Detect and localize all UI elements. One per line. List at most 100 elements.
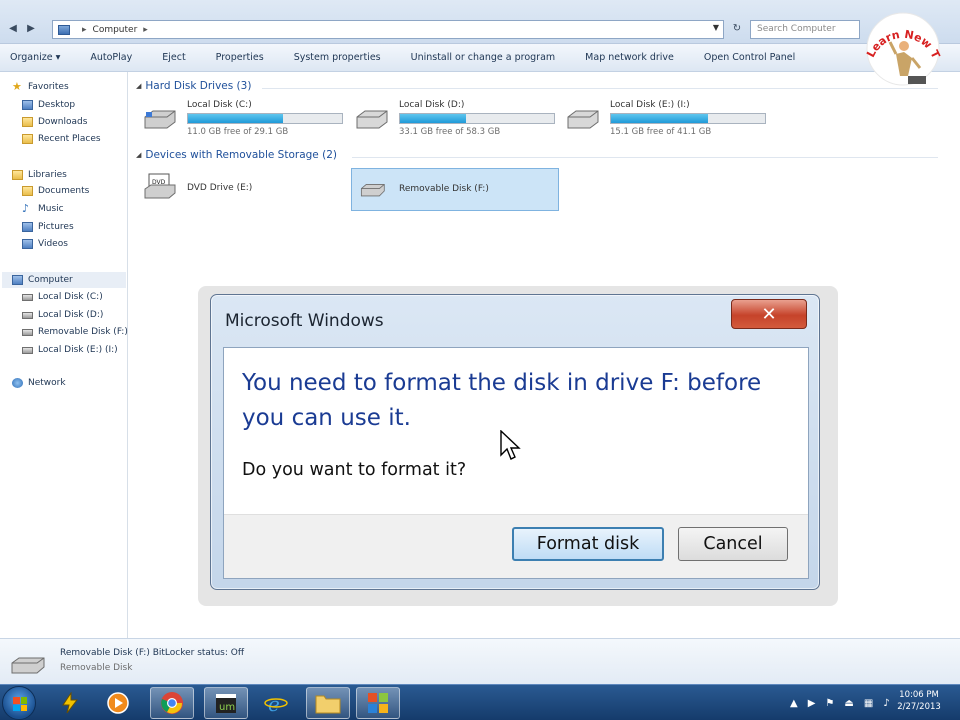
nav-documents[interactable]: Documents [22, 186, 89, 196]
drive-name: Local Disk (C:) [187, 100, 252, 110]
hard-disk-drives-header[interactable]: ◢ Hard Disk Drives (3) [136, 80, 251, 92]
breadcrumb-computer[interactable]: Computer [93, 25, 138, 35]
nav-pictures[interactable]: Pictures [22, 222, 74, 232]
computer-icon [58, 24, 70, 35]
nav-videos[interactable]: Videos [22, 239, 68, 249]
details-subtitle: Removable Disk [60, 663, 133, 673]
nav-local-disk-c[interactable]: Local Disk (C:) [22, 292, 103, 302]
nav-music[interactable]: ♪ Music [22, 203, 64, 214]
learn-new-things-logo: Learn New Things [862, 2, 943, 86]
nav-libraries-label: Libraries [28, 170, 67, 180]
removable-disk-f-content[interactable]: Removable Disk (F:) [347, 170, 552, 210]
nav-local-disk-e[interactable]: Local Disk (E:) (I:) [22, 345, 118, 355]
nav-local-disk-c-label: Local Disk (C:) [38, 292, 103, 302]
cancel-button[interactable]: Cancel [678, 527, 788, 561]
drive-tile-d[interactable]: Local Disk (D:) 33.1 GB free of 58.3 GB [347, 100, 555, 140]
nav-local-disk-d[interactable]: Local Disk (D:) [22, 310, 103, 320]
address-bar[interactable]: ▸ Computer ▸ ▼ [52, 20, 724, 39]
details-title: Removable Disk (F:) BitLocker status: Of… [60, 648, 245, 658]
back-button[interactable]: ◀ [6, 22, 20, 36]
pictures-icon [22, 222, 33, 232]
close-button[interactable]: ✕ [731, 299, 807, 329]
nav-favorites-label: Favorites [28, 82, 69, 92]
taskbar-app-office[interactable] [356, 687, 400, 719]
nav-removable-disk-f-label: Removable Disk (F:) [38, 327, 128, 337]
forward-button[interactable]: ▶ [24, 22, 38, 36]
nav-recent-places[interactable]: Recent Places [22, 134, 101, 144]
drive-icon [356, 110, 388, 129]
format-disk-button[interactable]: Format disk [512, 527, 664, 561]
nav-downloads[interactable]: Downloads [22, 117, 87, 127]
system-tray: ▲ ▶ ⚑ ⏏ ▦ ♪ [790, 685, 890, 720]
system-properties-button[interactable]: System properties [294, 52, 381, 63]
drive-usage-fill [611, 114, 709, 123]
recent-places-icon [22, 134, 33, 144]
command-bar: Organize ▾ AutoPlay Eject Properties Sys… [0, 44, 960, 72]
nav-computer[interactable]: Computer [12, 275, 73, 285]
svg-text:um: um [219, 702, 235, 713]
chrome-icon [161, 692, 183, 714]
clock[interactable]: 10:06 PM 2/27/2013 [884, 689, 954, 713]
address-dropdown-icon[interactable]: ▼ [713, 23, 719, 32]
computer-icon [12, 275, 23, 285]
address-strip: ◀ ▶ ▸ Computer ▸ ▼ ↻ Search Computer [0, 0, 960, 44]
downloads-folder-icon [22, 117, 33, 127]
nav-videos-label: Videos [38, 239, 68, 249]
breadcrumb-chevron[interactable]: ▸ [143, 25, 148, 35]
removable-storage-header[interactable]: ◢ Devices with Removable Storage (2) [136, 149, 337, 161]
refresh-icon[interactable]: ↻ [730, 22, 744, 36]
windows-drive-icon [144, 110, 176, 129]
drive-usage-bar [610, 113, 766, 124]
drive-tile-c[interactable]: Local Disk (C:) 11.0 GB free of 29.1 GB [135, 100, 343, 140]
uninstall-program-button[interactable]: Uninstall or change a program [411, 52, 556, 63]
drive-icon [22, 311, 33, 319]
taskbar-app-chrome[interactable] [150, 687, 194, 719]
documents-icon [22, 186, 33, 196]
open-control-panel-button[interactable]: Open Control Panel [704, 52, 795, 63]
usb-drive-icon [11, 657, 45, 674]
eject-button[interactable]: Eject [162, 52, 185, 63]
usb-eject-icon[interactable]: ⏏ [844, 698, 853, 709]
taskbar-app-winamp[interactable] [48, 687, 92, 719]
dvd-drive-tile[interactable]: DVD DVD Drive (E:) [135, 170, 340, 210]
nav-removable-disk-f[interactable]: Removable Disk (F:) [22, 327, 128, 337]
close-icon: ✕ [761, 303, 777, 325]
drive-usage-bar [187, 113, 343, 124]
nav-libraries[interactable]: Libraries [12, 170, 67, 180]
libraries-icon [12, 170, 23, 180]
drive-name: DVD Drive (E:) [187, 183, 253, 193]
nav-computer-label: Computer [28, 275, 73, 285]
media-player-icon [107, 692, 129, 714]
taskbar-app-camtasia[interactable]: um [204, 687, 248, 719]
drive-name: Removable Disk (F:) [399, 184, 489, 194]
nav-local-disk-d-label: Local Disk (D:) [38, 310, 104, 320]
nav-desktop[interactable]: Desktop [22, 100, 75, 110]
autoplay-button[interactable]: AutoPlay [90, 52, 132, 63]
properties-button[interactable]: Properties [216, 52, 264, 63]
organize-button[interactable]: Organize ▾ [10, 52, 60, 63]
taskbar-app-internet-explorer[interactable]: e [254, 687, 298, 719]
show-hidden-icons-icon[interactable]: ▲ [790, 698, 798, 709]
drive-tile-e[interactable]: Local Disk (E:) (I:) 15.1 GB free of 41.… [558, 100, 766, 140]
usb-drive-icon [22, 328, 33, 336]
flag-icon[interactable]: ⚑ [825, 698, 834, 709]
map-network-drive-button[interactable]: Map network drive [585, 52, 674, 63]
start-button[interactable] [2, 686, 36, 720]
taskbar-app-explorer[interactable] [306, 687, 350, 719]
network-status-icon[interactable]: ▦ [864, 698, 873, 709]
collapse-triangle-icon[interactable]: ◢ [136, 82, 141, 90]
nav-network[interactable]: Network [12, 378, 66, 388]
taskbar-app-media-player[interactable] [96, 687, 140, 719]
drive-icon [22, 346, 33, 354]
nav-favorites[interactable]: ★ Favorites [12, 81, 69, 92]
drive-icon [567, 110, 599, 129]
clock-date: 2/27/2013 [897, 702, 941, 712]
desktop-icon [22, 100, 33, 110]
drive-name: Local Disk (E:) (I:) [610, 100, 690, 110]
clock-time: 10:06 PM [899, 690, 939, 700]
search-input[interactable]: Search Computer [750, 20, 860, 39]
drive-free-space: 33.1 GB free of 58.3 GB [399, 127, 501, 137]
navigation-pane: ★ Favorites Desktop Downloads Recent Pla… [0, 72, 128, 638]
collapse-triangle-icon[interactable]: ◢ [136, 151, 141, 159]
playback-icon[interactable]: ▶ [808, 698, 816, 709]
